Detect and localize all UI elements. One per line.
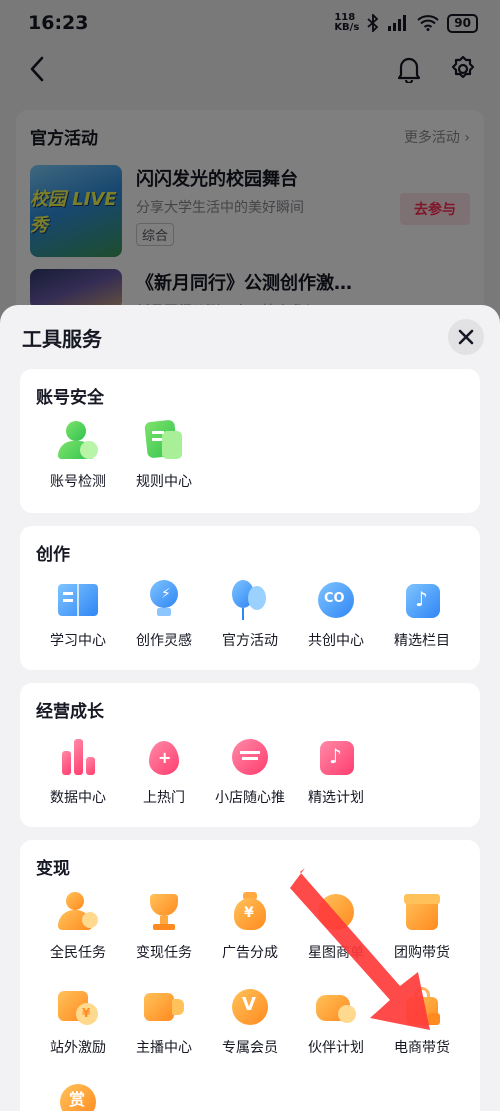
account-check-icon	[56, 419, 100, 463]
tool-label: 精选计划	[308, 790, 364, 806]
rules-icon	[142, 419, 186, 463]
shop-bag-icon	[400, 985, 444, 1029]
section-title: 变现	[36, 859, 70, 879]
tool-label: 创作灵感	[136, 633, 192, 649]
reward-glyph: 赏	[69, 1090, 86, 1109]
tool-label: 上热门	[143, 790, 185, 806]
tool-go-trending[interactable]: + 上热门	[121, 735, 207, 807]
tool-label: 规则中心	[136, 474, 192, 490]
money-bag-icon: ¥	[228, 890, 272, 934]
tool-label: 星图商单	[308, 945, 364, 961]
tool-label: 广告分成	[222, 945, 278, 961]
bar-chart-icon	[56, 735, 100, 779]
tool-data-center[interactable]: 数据中心	[35, 735, 121, 807]
tool-ad-revenue[interactable]: ¥ 广告分成	[207, 890, 293, 962]
tool-star-map[interactable]: 星图商单	[293, 890, 379, 962]
tool-people-task[interactable]: 全民任务	[35, 890, 121, 962]
vip-icon: V	[228, 985, 272, 1029]
tool-label: 伙伴计划	[308, 1040, 364, 1056]
tool-store-promote[interactable]: 小店随心推	[207, 735, 293, 807]
section-title: 账号安全	[36, 388, 104, 408]
reward-icon: 赏	[56, 1080, 100, 1111]
tool-account-check[interactable]: 账号检测	[35, 419, 121, 491]
balloon-icon	[228, 578, 272, 622]
tool-group-buy[interactable]: 团购带货	[379, 890, 465, 962]
section-creation: 创作 学习中心 ⚡ 创作灵感 官方活动 CO 共创中心 ♪ 精选栏目	[20, 526, 480, 670]
tool-label: 共创中心	[308, 633, 364, 649]
tool-reward[interactable]: 赏	[35, 1080, 121, 1111]
partner-icon	[314, 985, 358, 1029]
tool-label: 学习中心	[50, 633, 106, 649]
tool-learning-center[interactable]: 学习中心	[35, 578, 121, 650]
tool-label: 团购带货	[394, 945, 450, 961]
tool-label: 主播中心	[136, 1040, 192, 1056]
close-button[interactable]	[448, 319, 484, 355]
tool-label: 全民任务	[50, 945, 106, 961]
tool-label: 数据中心	[50, 790, 106, 806]
tool-official-activity[interactable]: 官方活动	[207, 578, 293, 650]
co-icon: CO	[314, 578, 358, 622]
tool-creative-inspiration[interactable]: ⚡ 创作灵感	[121, 578, 207, 650]
tool-label: 精选栏目	[394, 633, 450, 649]
book-icon	[56, 578, 100, 622]
tool-label: 专属会员	[222, 1040, 278, 1056]
tool-label: 变现任务	[136, 945, 192, 961]
tool-co-creation[interactable]: CO 共创中心	[293, 578, 379, 650]
tool-ecommerce[interactable]: 电商带货	[379, 985, 465, 1057]
tool-monetize-task[interactable]: 变现任务	[121, 890, 207, 962]
tiktok-pink-icon: ♪	[314, 735, 358, 779]
flame-icon: +	[142, 735, 186, 779]
people-task-icon	[56, 890, 100, 934]
section-title: 创作	[36, 545, 70, 565]
tool-featured-column[interactable]: ♪ 精选栏目	[379, 578, 465, 650]
tool-label: 电商带货	[394, 1040, 450, 1056]
tool-anchor-center[interactable]: 主播中心	[121, 985, 207, 1057]
tool-rules-center[interactable]: 规则中心	[121, 419, 207, 491]
tool-partner-plan[interactable]: 伙伴计划	[293, 985, 379, 1057]
tiktok-icon: ♪	[400, 578, 444, 622]
watermark: Bai 经验	[370, 1066, 461, 1091]
section-title: 经营成长	[36, 702, 104, 722]
promote-icon	[228, 735, 272, 779]
coin-box-icon: ¥	[56, 985, 100, 1029]
star-map-icon	[314, 890, 358, 934]
tool-label: 账号检测	[50, 474, 106, 490]
tool-label: 小店随心推	[215, 790, 285, 806]
section-account-security: 账号安全 账号检测 规则中心	[20, 369, 480, 513]
section-business-growth: 经营成长 数据中心 + 上热门 小店随心推 ♪ 精选计划	[20, 683, 480, 827]
tool-featured-plan[interactable]: ♪ 精选计划	[293, 735, 379, 807]
trophy-icon	[142, 890, 186, 934]
group-buy-icon	[400, 890, 444, 934]
sheet-title: 工具服务	[22, 326, 102, 351]
camera-icon	[142, 985, 186, 1029]
close-icon	[458, 329, 474, 345]
bulb-icon: ⚡	[142, 578, 186, 622]
tool-services-sheet: 工具服务 账号安全 账号检测 规则中心 创作 学习中心 ⚡ 创作灵感 官方活动 …	[0, 305, 500, 1111]
tool-label: 站外激励	[50, 1040, 106, 1056]
tool-offsite-incentive[interactable]: ¥ 站外激励	[35, 985, 121, 1057]
tool-label: 官方活动	[222, 633, 278, 649]
tool-exclusive-member[interactable]: V 专属会员	[207, 985, 293, 1057]
